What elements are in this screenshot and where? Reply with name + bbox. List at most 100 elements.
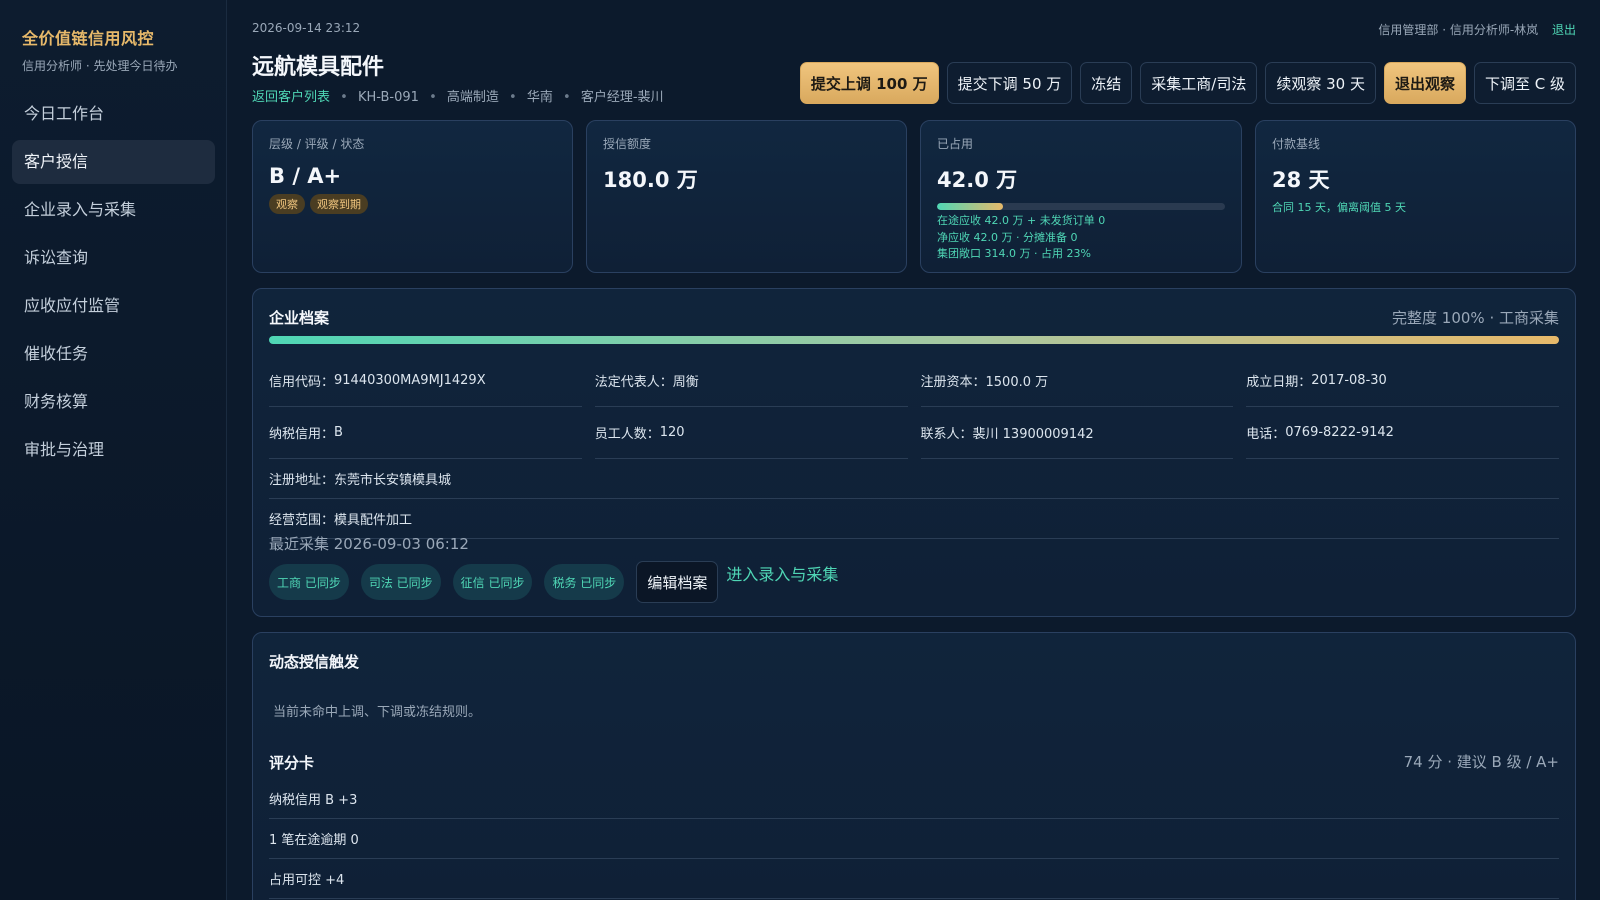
freeze-button[interactable]: 冻结	[1080, 62, 1133, 104]
kpi-terms-card: 付款基线 28 天 合同 15 天，偏离阈值 5 天	[1255, 120, 1576, 273]
field-value: 1500.0 万	[985, 375, 1049, 390]
kpi-label: 授信额度	[603, 137, 652, 151]
kpi-note: 净应收 42.0 万 · 分摊准备 0	[937, 230, 1078, 244]
sidebar-item-finance[interactable]: 财务核算	[12, 380, 215, 424]
field-contact: 联系人： 裴川 13900009142	[920, 407, 1234, 459]
timestamp: 2026-09-14 23:12	[252, 21, 361, 35]
field-value: 120	[659, 425, 685, 440]
kpi-used-card: 已占用 42.0 万 在途应收 42.0 万 + 未发货订单 0 净应收 42.…	[920, 120, 1242, 273]
sidebar-item-approval[interactable]: 审批与治理	[12, 428, 215, 472]
extend-watch-button[interactable]: 续观察 30 天	[1265, 62, 1376, 104]
usage-bar	[937, 203, 1225, 210]
logout-link[interactable]: 退出	[1552, 23, 1576, 37]
kpi-note: 合同 15 天，偏离阈值 5 天	[1272, 201, 1406, 214]
field-key: 注册地址：	[269, 473, 335, 488]
enterprise-profile-panel: 企业档案 完整度 100% · 工商采集 信用代码： 91440300MA9MJ1…	[252, 288, 1576, 617]
sidebar: 全价值链信用风控 信用分析师 · 先处理今日待办 今日工作台 客户授信 企业录入…	[0, 0, 227, 900]
collect-registry-button[interactable]: 采集工商/司法	[1140, 62, 1258, 104]
kpi-note: 集团敞口 314.0 万 · 占用 23%	[937, 247, 1091, 260]
downgrade-button[interactable]: 下调至 C 级	[1473, 62, 1576, 104]
field-key: 电话：	[1246, 427, 1286, 442]
user-info: 信用管理部 · 信用分析师-林岚	[1378, 23, 1539, 37]
kpi-level-card: 层级 / 评级 / 状态 B / A+ 观察 观察到期	[252, 120, 573, 273]
sidebar-item-enterprise-entry[interactable]: 企业录入与采集	[12, 188, 215, 232]
sync-chip-judicial[interactable]: 司法 已同步	[360, 564, 441, 600]
trigger-description: 当前未命中上调、下调或冻结规则。	[273, 705, 482, 720]
list-item: 占用可控 +4	[269, 859, 1559, 899]
field-key: 法定代表人：	[594, 375, 673, 390]
status-badges: 观察 观察到期	[269, 194, 556, 214]
kpi-value: 28 天	[1272, 168, 1330, 192]
brand-title: 全价值链信用风控	[22, 29, 155, 48]
sidebar-nav: 今日工作台 客户授信 企业录入与采集 诉讼查询 应收应付监管 催收任务 财务核算…	[12, 92, 215, 476]
status-badge: 观察	[269, 194, 305, 214]
profile-fields: 信用代码： 91440300MA9MJ1429X 法定代表人： 周衡 注册资本： 15…	[269, 355, 1559, 539]
edit-profile-button[interactable]: 编辑档案	[636, 561, 719, 603]
field-phone: 电话： 0769-8222-9142	[1246, 407, 1559, 459]
sidebar-item-customer-credit[interactable]: 客户授信	[12, 140, 215, 184]
field-founded: 成立日期： 2017-08-30	[1246, 355, 1559, 407]
panel-title: 企业档案	[269, 309, 330, 327]
breadcrumb: 返回客户列表 • KH-B-091 • 高端制造 • 华南 • 客户经理-裴川	[252, 86, 664, 105]
list-item: 1 笔在途逾期 0	[269, 819, 1559, 859]
field-address: 注册地址： 东莞市长安镇模具城	[269, 459, 1559, 499]
field-value: 2017-08-30	[1311, 373, 1387, 388]
completeness-text: 完整度 100% · 工商采集	[1392, 309, 1559, 327]
separator-dot: •	[563, 90, 571, 105]
sidebar-item-workbench[interactable]: 今日工作台	[12, 92, 215, 136]
sync-status-row: 工商 已同步 司法 已同步 征信 已同步 税务 已同步 编辑档案 进入录入与采集	[269, 561, 838, 603]
field-key: 联系人：	[920, 427, 973, 442]
action-bar: 提交上调 100 万 提交下调 50 万 冻结 采集工商/司法 续观察 30 天…	[799, 62, 1576, 104]
last-collect-time: 最近采集 2026-09-03 06:12	[269, 535, 469, 553]
separator-dot: •	[429, 90, 437, 105]
scorecard-list: 纳税信用 B +3 1 笔在途逾期 0 占用可控 +4	[269, 779, 1559, 899]
account-manager: 客户经理-裴川	[580, 90, 664, 105]
kpi-note: 在途应收 42.0 万 + 未发货订单 0	[937, 214, 1106, 227]
region: 华南	[526, 90, 553, 105]
scorecard-summary: 74 分 · 建议 B 级 / A+	[1403, 753, 1559, 771]
field-key: 信用代码：	[269, 375, 335, 390]
sidebar-item-receivables[interactable]: 应收应付监管	[12, 284, 215, 328]
field-credit-code: 信用代码： 91440300MA9MJ1429X	[269, 355, 582, 407]
field-value: B	[334, 425, 343, 440]
kpi-limit-card: 授信额度 180.0 万	[586, 120, 907, 273]
field-value: 周衡	[672, 375, 699, 390]
kpi-row: 层级 / 评级 / 状态 B / A+ 观察 观察到期 授信额度 180.0 万…	[252, 120, 1576, 273]
main-content: 2026-09-14 23:12 信用管理部 · 信用分析师-林岚 退出 远航模…	[227, 0, 1600, 900]
separator-dot: •	[509, 90, 517, 105]
field-value: 裴川 13900009142	[972, 427, 1094, 442]
kpi-label: 已占用	[937, 137, 974, 151]
sidebar-item-collection[interactable]: 催收任务	[12, 332, 215, 376]
field-tax-credit: 纳税信用： B	[269, 407, 582, 459]
field-employees: 员工人数： 120	[594, 407, 908, 459]
back-to-list-link[interactable]: 返回客户列表	[252, 90, 330, 105]
field-value: 91440300MA9MJ1429X	[334, 373, 486, 388]
submit-decrease-button[interactable]: 提交下调 50 万	[946, 62, 1073, 104]
exit-watch-button[interactable]: 退出观察	[1383, 62, 1466, 104]
dynamic-credit-panel: 动态授信触发 当前未命中上调、下调或冻结规则。 评分卡 74 分 · 建议 B …	[252, 632, 1576, 900]
page-title: 远航模具配件	[252, 55, 385, 80]
field-legal-rep: 法定代表人： 周衡	[594, 355, 908, 407]
field-value: 0769-8222-9142	[1285, 425, 1394, 440]
user-area: 信用管理部 · 信用分析师-林岚 退出	[1378, 21, 1576, 38]
field-key: 纳税信用：	[269, 427, 335, 442]
enter-collection-link[interactable]: 进入录入与采集	[726, 561, 838, 585]
completeness-bar-fill	[269, 336, 1559, 344]
kpi-value: 180.0 万	[603, 168, 698, 192]
kpi-value: 42.0 万	[937, 168, 1018, 192]
field-capital: 注册资本： 1500.0 万	[920, 355, 1234, 407]
separator-dot: •	[340, 90, 348, 105]
sidebar-item-litigation[interactable]: 诉讼查询	[12, 236, 215, 280]
field-key: 经营范围：	[269, 513, 335, 528]
list-item: 纳税信用 B +3	[269, 779, 1559, 819]
sync-chip-credit[interactable]: 征信 已同步	[452, 564, 533, 600]
submit-increase-button[interactable]: 提交上调 100 万	[799, 62, 939, 104]
completeness-bar	[269, 336, 1559, 344]
field-key: 成立日期：	[1246, 375, 1312, 390]
panel-title: 动态授信触发	[269, 653, 360, 671]
status-badge: 观察到期	[310, 194, 368, 214]
customer-id: KH-B-091	[357, 90, 419, 105]
sync-chip-tax[interactable]: 税务 已同步	[544, 564, 625, 600]
sync-chip-registry[interactable]: 工商 已同步	[269, 564, 349, 600]
scorecard-title: 评分卡	[269, 754, 315, 772]
